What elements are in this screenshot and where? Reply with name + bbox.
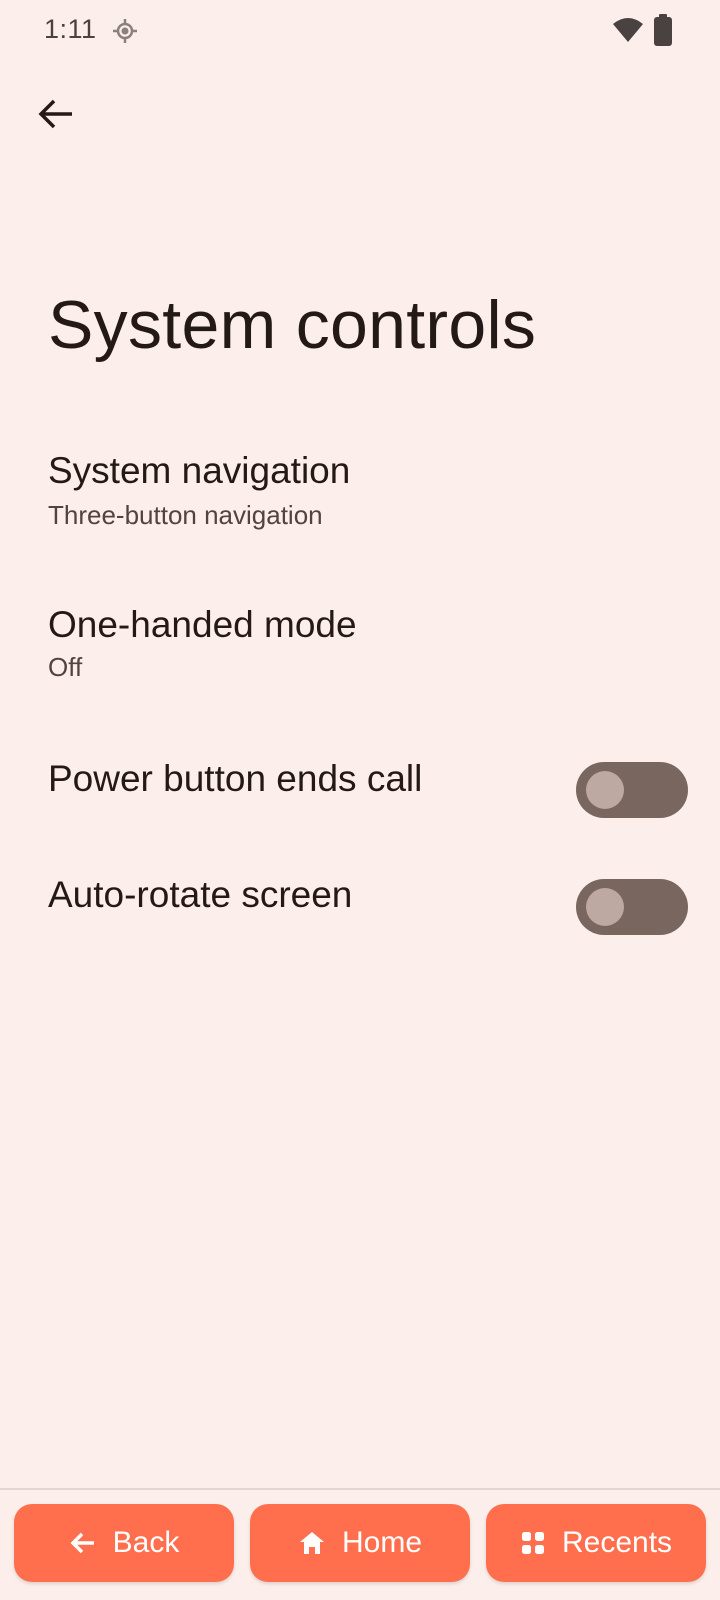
status-time: 1:11 — [44, 14, 97, 44]
setting-summary: Three-button navigation — [48, 500, 323, 530]
nav-home-label: Home — [341, 1526, 423, 1559]
setting-system-navigation[interactable]: System navigation Three-button navigatio… — [0, 430, 720, 560]
setting-title: One-handed mode — [48, 604, 357, 645]
navigation-bar: Back Home Recents — [0, 1490, 720, 1600]
nav-recents-button[interactable]: Recents — [486, 1504, 706, 1582]
power-button-ends-call-toggle[interactable] — [576, 762, 688, 818]
toggle-thumb — [586, 888, 624, 926]
setting-title: Auto-rotate screen — [48, 874, 353, 915]
page-title: System controls — [48, 287, 537, 363]
setting-power-button-ends-call[interactable]: Power button ends call — [0, 736, 720, 848]
setting-one-handed-mode[interactable]: One-handed mode Off — [0, 584, 720, 714]
home-icon — [298, 1529, 326, 1557]
nav-home-button[interactable]: Home — [250, 1504, 470, 1582]
setting-summary: Off — [48, 652, 83, 682]
arrow-back-icon — [69, 1529, 97, 1557]
status-bar: 1:11 — [0, 0, 720, 62]
navigate-up-button[interactable] — [30, 90, 82, 142]
setting-auto-rotate-screen[interactable]: Auto-rotate screen — [0, 852, 720, 964]
setting-title: System navigation — [48, 450, 351, 491]
recents-icon — [520, 1530, 546, 1556]
nav-back-label: Back — [112, 1526, 180, 1559]
nav-recents-label: Recents — [561, 1526, 673, 1559]
auto-rotate-screen-toggle[interactable] — [576, 879, 688, 935]
wifi-icon — [612, 16, 644, 44]
toggle-thumb — [586, 771, 624, 809]
setting-title: Power button ends call — [48, 758, 423, 799]
arrow-back-icon — [36, 94, 76, 139]
nav-back-button[interactable]: Back — [14, 1504, 234, 1582]
battery-icon — [654, 14, 672, 46]
location-icon — [112, 18, 138, 44]
